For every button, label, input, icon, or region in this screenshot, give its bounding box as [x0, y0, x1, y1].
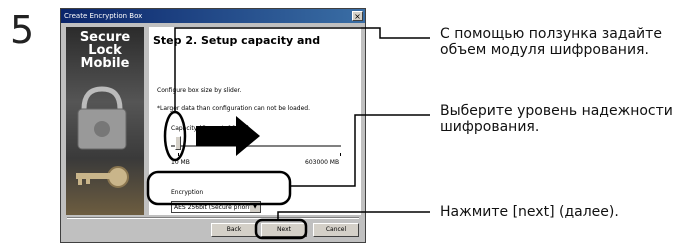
next-callout-text: Нажмите [next] (далее). [440, 204, 619, 220]
slider-callout-text: С помощью ползунка задайте объем модуля … [440, 26, 662, 58]
encryption-callout-line [290, 114, 430, 187]
slider-callout-line [174, 27, 430, 112]
next-highlight-box [254, 218, 308, 240]
encryption-highlight-box [146, 170, 292, 206]
right-arrow-icon [196, 116, 260, 156]
encryption-callout-text: Выберите уровень надежности шифрования. [440, 103, 673, 135]
slider-highlight-ellipse [163, 110, 187, 162]
